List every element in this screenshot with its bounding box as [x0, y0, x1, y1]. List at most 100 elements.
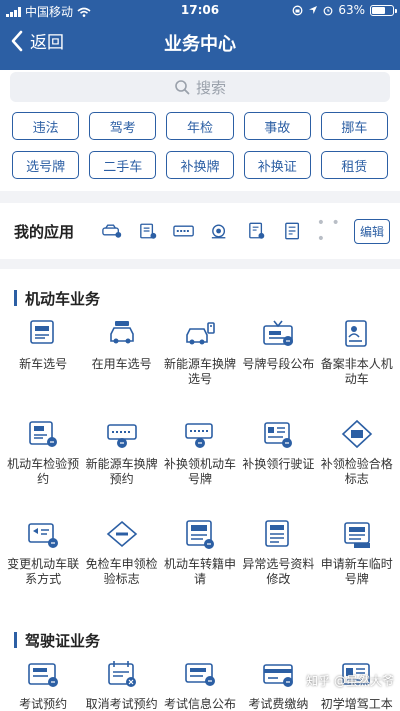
- service-label: 在用车选号: [91, 357, 152, 371]
- service-label: 申请新车临时号牌: [320, 557, 393, 586]
- inspection-appointment-icon: [26, 419, 60, 457]
- service-item[interactable]: 号牌号段公布: [239, 315, 317, 415]
- more-dots[interactable]: • • •: [317, 215, 354, 247]
- car-icon[interactable]: [100, 221, 123, 241]
- service-item[interactable]: 变更机动车联系方式: [4, 515, 82, 615]
- camera-icon[interactable]: [208, 221, 231, 241]
- service-item[interactable]: 异常选号资料修改: [239, 515, 317, 615]
- service-item[interactable]: 申请新车临时号牌: [318, 515, 396, 615]
- section-accent-bar: [14, 632, 17, 648]
- plate-appointment-icon: [105, 419, 139, 457]
- car-plate-icon: [105, 319, 139, 357]
- quick-tag-5[interactable]: 选号牌: [12, 151, 80, 179]
- service-item[interactable]: 取消考试预约: [82, 657, 160, 711]
- exemption-sticker-icon: [105, 519, 139, 557]
- quick-tag-0[interactable]: 违法: [12, 112, 80, 140]
- section-header: 驾驶证业务: [0, 623, 400, 657]
- quick-tag-8[interactable]: 补换证: [243, 151, 311, 179]
- license-plate-icon[interactable]: [172, 221, 195, 241]
- section-title: 机动车业务: [25, 289, 101, 308]
- person-document-icon: [340, 319, 374, 357]
- page-title: 业务中心: [164, 34, 236, 55]
- service-label: 补换领行驶证: [242, 457, 315, 471]
- temporary-plate-icon: [340, 519, 374, 557]
- document-edit-icon: [261, 519, 295, 557]
- service-label: 补换领机动车号牌: [163, 457, 236, 486]
- quick-tag-list: 违法 驾考 年检 事故 挪车选号牌 二手车 补换牌 补换证 租赁: [0, 102, 400, 179]
- driving-license-replace-icon: [261, 419, 295, 457]
- exam-info-icon: [183, 659, 217, 697]
- new-energy-car-icon: [183, 319, 217, 357]
- service-label: 初学增驾工本费缴纳: [320, 697, 393, 711]
- edit-button[interactable]: 编辑: [353, 218, 390, 244]
- exam-fee-icon: [261, 659, 295, 697]
- service-label: 新能源车换牌选号: [163, 357, 236, 386]
- battery-percent: 63%: [338, 3, 365, 17]
- service-item[interactable]: 备案非本人机动车: [318, 315, 396, 415]
- service-item[interactable]: 考试预约: [4, 657, 82, 711]
- watermark: 知乎 @虽然大爷: [306, 674, 394, 688]
- quick-tag-6[interactable]: 二手车: [89, 151, 157, 179]
- lock-rotation-icon: [292, 5, 303, 15]
- quick-tag-1[interactable]: 驾考: [89, 112, 157, 140]
- license-plate-card-icon: [26, 319, 60, 357]
- section-header: 机动车业务: [0, 281, 400, 315]
- alarm-icon: [323, 6, 333, 15]
- battery-icon: [370, 4, 397, 16]
- section-accent-bar: [14, 290, 17, 306]
- transfer-registration-icon: [183, 519, 217, 557]
- service-item[interactable]: 新能源车换牌选号: [161, 315, 239, 415]
- search-area: 搜索: [0, 70, 400, 102]
- status-bar: 中国移动 17:06 63%: [0, 0, 400, 22]
- service-label: 考试费缴纳: [248, 697, 309, 711]
- search-icon: [175, 80, 190, 95]
- location-arrow-icon: [309, 6, 318, 14]
- search-placeholder: 搜索: [195, 78, 226, 97]
- quick-tag-3[interactable]: 事故: [243, 112, 311, 140]
- cancel-exam-icon: [105, 659, 139, 697]
- service-label: 备案非本人机动车: [320, 357, 393, 386]
- service-label: 机动车检验预约: [7, 457, 80, 486]
- section-divider: [0, 259, 400, 269]
- service-item[interactable]: 免检车申领检验标志: [82, 515, 160, 615]
- service-item[interactable]: 机动车转籍申请: [161, 515, 239, 615]
- service-item[interactable]: 补领检验合格标志: [318, 415, 396, 515]
- service-label: 免检车申领检验标志: [85, 557, 158, 586]
- service-label: 机动车转籍申请: [163, 557, 236, 586]
- service-item[interactable]: 机动车检验预约: [4, 415, 82, 515]
- service-grid: 新车选号 在用车选号 新能源车换牌选号 号牌号段公布 备案非本人机动车机动车检验预约 新能…: [0, 315, 400, 615]
- my-apps-label: 我的应用: [14, 222, 75, 241]
- service-label: 考试信息公布: [163, 697, 236, 711]
- service-label: 新车选号: [19, 357, 68, 371]
- announcement-board-icon: [261, 319, 295, 357]
- quick-tag-4[interactable]: 挪车: [320, 112, 388, 140]
- nav-bar: 返回 业务中心: [0, 22, 400, 70]
- service-item[interactable]: 考试信息公布: [161, 657, 239, 711]
- plate-replace-icon: [183, 419, 217, 457]
- search-input[interactable]: 搜索: [10, 72, 390, 102]
- section-divider: [0, 191, 400, 203]
- my-apps-bar: 我的应用 • • • 编辑: [0, 203, 400, 259]
- service-item[interactable]: 在用车选号: [82, 315, 160, 415]
- service-item[interactable]: 新车选号: [4, 315, 82, 415]
- card-icon[interactable]: [281, 221, 304, 241]
- service-item[interactable]: 新能源车换牌预约: [82, 415, 160, 515]
- quick-tag-2[interactable]: 年检: [166, 112, 234, 140]
- service-label: 补领检验合格标志: [320, 457, 393, 486]
- inspection-sticker-icon: [340, 419, 374, 457]
- service-label: 异常选号资料修改: [242, 557, 315, 586]
- document-icon[interactable]: [136, 221, 159, 241]
- service-item[interactable]: 补换领行驶证: [239, 415, 317, 515]
- quick-tag-7[interactable]: 补换牌: [166, 151, 234, 179]
- service-label: 考试预约: [19, 697, 68, 711]
- header: 中国移动 17:06 63% 返回 业务中心: [0, 0, 400, 70]
- service-label: 取消考试预约: [85, 697, 158, 711]
- form-icon[interactable]: [245, 221, 268, 241]
- service-item[interactable]: 补换领机动车号牌: [161, 415, 239, 515]
- contact-change-icon: [26, 519, 60, 557]
- service-label: 号牌号段公布: [242, 357, 315, 371]
- service-label: 新能源车换牌预约: [85, 457, 158, 486]
- exam-appointment-icon: [26, 659, 60, 697]
- quick-tag-9[interactable]: 租赁: [320, 151, 388, 179]
- my-apps-icons: • • •: [100, 215, 354, 247]
